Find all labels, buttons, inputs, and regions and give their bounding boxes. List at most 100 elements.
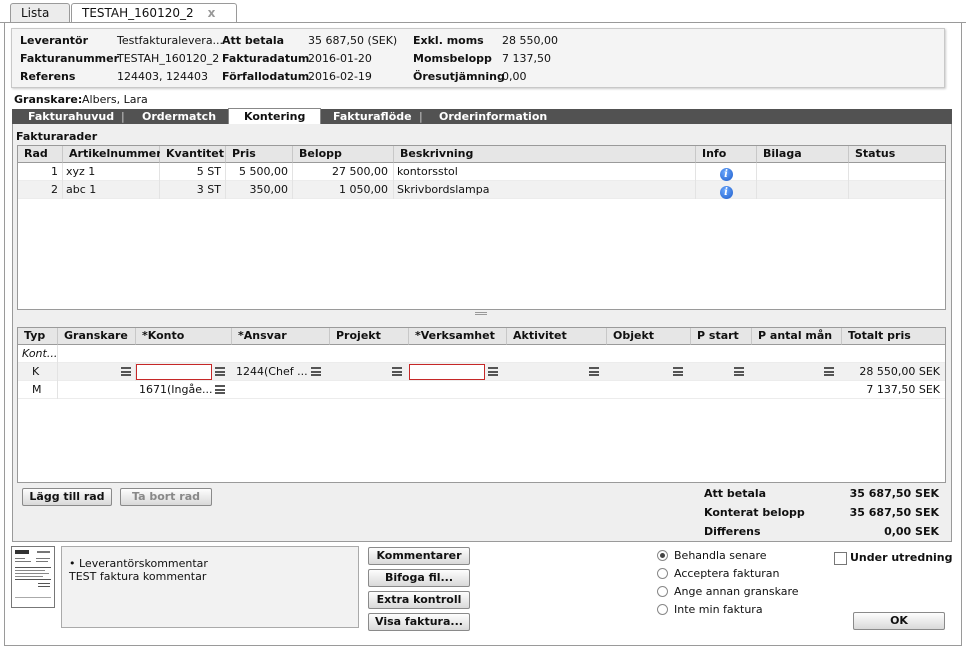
col-totalt-pris[interactable]: Totalt pris (842, 328, 945, 345)
col-verksamhet[interactable]: *Verksamhet (409, 328, 507, 345)
under-utredning-checkbox[interactable] (834, 552, 847, 565)
typ-cell: M (18, 381, 58, 399)
sum-konterat-label: Konterat belopp (704, 506, 805, 519)
radio-ange-annan[interactable] (657, 586, 668, 597)
menu-icon[interactable] (734, 367, 744, 376)
fakturarader-title: Fakturarader (16, 130, 98, 143)
label-behandla-senare: Behandla senare (674, 549, 767, 562)
ok-button[interactable]: OK (853, 612, 945, 630)
radio-inte-min[interactable] (657, 604, 668, 615)
menu-icon[interactable] (673, 367, 683, 376)
tab-invoice-label: TESTAH_160120_2 (82, 6, 194, 20)
referens-value: 124403, 124403 (117, 70, 208, 83)
fakturanummer-value: TESTAH_160120_2 (117, 52, 220, 65)
col-rad[interactable]: Rad (18, 146, 63, 163)
radio-behandla-senare[interactable] (657, 550, 668, 561)
momsbelopp-label: Momsbelopp (413, 52, 492, 65)
remove-row-button[interactable]: Ta bort rad (120, 488, 212, 506)
comments-box: • Leverantörskommentar TEST faktura komm… (61, 546, 359, 628)
col-pris[interactable]: Pris (226, 146, 293, 163)
menu-icon[interactable] (215, 385, 225, 394)
table-row[interactable] (18, 345, 945, 363)
fakturadatum-value: 2016-01-20 (308, 52, 372, 65)
section-tabs: Fakturahuvud | Ordermatch Kontering Fakt… (12, 108, 952, 125)
tab-lista-label: Lista (21, 6, 50, 20)
tab-lista[interactable]: Lista (10, 3, 70, 22)
splitter-handle[interactable] (475, 312, 487, 315)
menu-icon[interactable] (589, 367, 599, 376)
menu-icon[interactable] (488, 367, 498, 376)
col-bilaga[interactable]: Bilaga (757, 146, 849, 163)
ansvar-cell[interactable]: 1244(Chef ... (232, 363, 307, 381)
invoice-thumbnail[interactable] (11, 546, 55, 608)
sum-att-betala-value: 35 687,50 SEK (849, 487, 939, 500)
col-p-antal-man[interactable]: P antal mån (752, 328, 842, 345)
col-status[interactable]: Status (849, 146, 945, 163)
col-artikelnummer[interactable]: Artikelnummer (63, 146, 162, 163)
col-beskrivning[interactable]: Beskrivning (394, 146, 696, 163)
add-row-button[interactable]: Lägg till rad (22, 488, 112, 506)
kvantitet-cell: 5 ST (160, 163, 226, 181)
attach-file-button[interactable]: Bifoga fil... (368, 569, 470, 587)
fakturarader-table: Rad Artikelnummer Kvantitet Pris Belopp … (17, 145, 946, 310)
beskrivning-cell: Skrivbordslampa (394, 181, 696, 199)
tab-fakturahuvud[interactable]: Fakturahuvud (28, 109, 114, 124)
sum-differens-value: 0,00 SEK (884, 525, 939, 538)
supplier-comment-heading: • Leverantörskommentar (69, 557, 208, 570)
col-kvantitet[interactable]: Kvantitet (160, 146, 226, 163)
menu-icon[interactable] (121, 367, 131, 376)
info-icon[interactable]: i (719, 186, 733, 199)
forfallodatum-label: Förfallodatum (222, 70, 310, 83)
tab-fakturaflode[interactable]: Fakturaflöde (333, 109, 412, 124)
tab-orderinformation[interactable]: Orderinformation (439, 109, 547, 124)
oresutjamning-label: Öresutjämning (413, 70, 505, 83)
col-granskare[interactable]: Granskare (58, 328, 136, 345)
artikelnummer-cell: xyz 1 (63, 163, 160, 181)
granskare-value: Albers, Lara (82, 93, 148, 106)
oresutjamning-value: 0,00 (502, 70, 527, 83)
menu-icon[interactable] (215, 367, 225, 376)
rad-cell: 2 (18, 181, 63, 199)
comments-button[interactable]: Kommentarer (368, 547, 470, 565)
referens-label: Referens (20, 70, 76, 83)
att-betala-value: 35 687,50 (SEK) (308, 34, 398, 47)
att-betala-label: Att betala (222, 34, 285, 47)
kontering-table: Typ Granskare *Konto *Ansvar Projekt *Ve… (17, 327, 946, 483)
show-invoice-button[interactable]: Visa faktura... (368, 613, 470, 631)
totalt-pris-cell: 7 137,50 SEK (866, 383, 940, 396)
extra-control-button[interactable]: Extra kontroll (368, 591, 470, 609)
exkl-moms-value: 28 550,00 (502, 34, 558, 47)
belopp-cell: 1 050,00 (293, 181, 394, 199)
leverantor-label: Leverantör (20, 34, 89, 47)
tab-ordermatch[interactable]: Ordermatch (142, 109, 216, 124)
exkl-moms-label: Exkl. moms (413, 34, 484, 47)
col-aktivitet[interactable]: Aktivitet (507, 328, 607, 345)
col-ansvar[interactable]: *Ansvar (232, 328, 330, 345)
belopp-cell: 27 500,00 (293, 163, 394, 181)
close-icon[interactable]: x (208, 6, 216, 20)
col-info[interactable]: Info (696, 146, 757, 163)
label-acceptera: Acceptera fakturan (674, 567, 780, 580)
sum-att-betala-label: Att betala (704, 487, 767, 500)
konto-field[interactable] (136, 364, 212, 380)
verksamhet-field[interactable] (409, 364, 485, 380)
radio-acceptera[interactable] (657, 568, 668, 579)
col-projekt[interactable]: Projekt (330, 328, 409, 345)
tab-invoice[interactable]: TESTAH_160120_2 x (71, 3, 237, 23)
tab-separator: | (121, 110, 125, 123)
menu-icon[interactable] (392, 367, 402, 376)
col-typ[interactable]: Typ (18, 328, 58, 345)
label-inte-min: Inte min faktura (674, 603, 763, 616)
col-p-start[interactable]: P start (691, 328, 752, 345)
col-belopp[interactable]: Belopp (293, 146, 394, 163)
konto-cell[interactable]: 1671(Ingåe... (136, 381, 212, 399)
beskrivning-cell: kontorsstol (394, 163, 696, 181)
col-objekt[interactable]: Objekt (607, 328, 691, 345)
menu-icon[interactable] (311, 367, 321, 376)
col-konto[interactable]: *Konto (136, 328, 232, 345)
typ-cell: Kont... (18, 345, 58, 363)
menu-icon[interactable] (824, 367, 834, 376)
tab-kontering[interactable]: Kontering (228, 108, 322, 125)
info-icon[interactable]: i (719, 168, 733, 181)
leverantor-value: Testfakturalevera... (117, 34, 224, 47)
